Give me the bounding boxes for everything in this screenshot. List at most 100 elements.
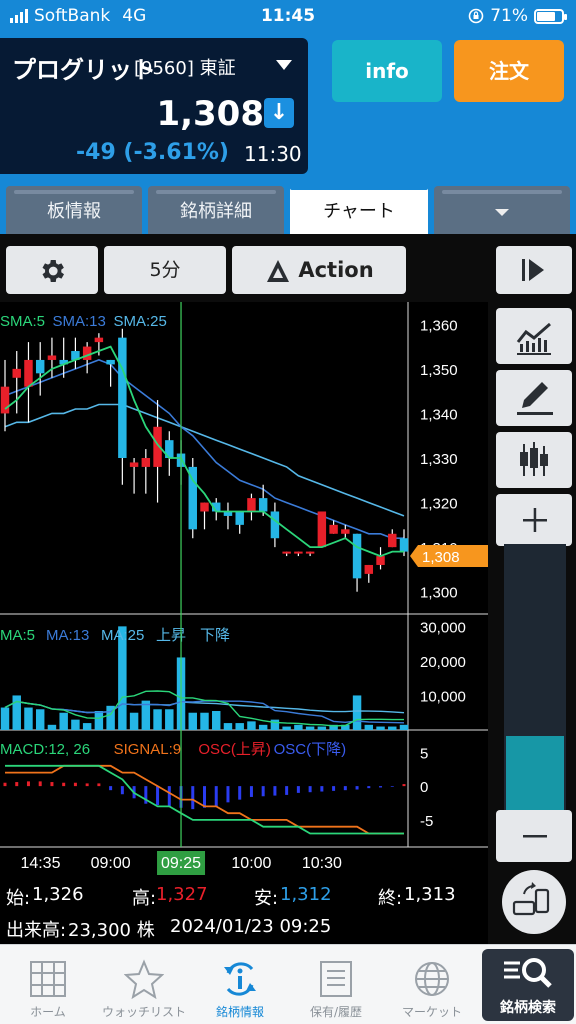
volume-tick-label: 20,000 (420, 654, 466, 671)
osc-bar (156, 786, 160, 806)
candle-body (235, 511, 244, 525)
candle-body (329, 524, 338, 534)
action-button[interactable]: Action (232, 246, 406, 294)
tab-board[interactable]: 板情報 (6, 186, 142, 234)
nav-market[interactable]: マーケット (384, 945, 480, 1024)
volume-bar (188, 712, 197, 730)
candle-body (82, 346, 92, 360)
close-value: 1,313 (404, 884, 456, 905)
star-icon (124, 959, 164, 999)
nav-watchlist[interactable]: ウォッチリスト (96, 945, 192, 1024)
tab-stock-detail[interactable]: 銘柄詳細 (148, 186, 284, 234)
time-tick-label: 10:00 (231, 855, 271, 872)
indicator-button[interactable] (496, 308, 572, 364)
osc-bar (273, 786, 277, 796)
stock-price: 1,308 (156, 94, 264, 134)
sma-legend-label: SMA:13 (53, 313, 106, 330)
volume-bar (364, 724, 374, 730)
stock-header: プログリット [9560] 東証 1,308 ↓ -49 (-3.61%) 11… (0, 32, 576, 182)
volume-bar (47, 724, 57, 730)
osc-bar (343, 786, 347, 791)
osc-bar (320, 786, 324, 792)
candle-body (24, 359, 33, 387)
osc-bar (379, 786, 383, 788)
action-label: Action (298, 258, 374, 282)
nav-holdings[interactable]: 保有/履歴 (288, 945, 384, 1024)
price-change: -49 (-3.61%) (76, 140, 229, 165)
rotate-screen-button[interactable] (502, 870, 566, 934)
osc-bar (402, 784, 406, 787)
volume-bar (399, 724, 409, 730)
time-tick-label: 10:30 (302, 855, 342, 872)
open-label: 始: (6, 888, 31, 909)
open-value: 1,326 (32, 884, 84, 905)
volume-bar (82, 723, 92, 730)
candle-type-button[interactable] (496, 432, 572, 488)
ohlc-row: 始: 1,326 高: 1,327 安: 1,312 終: 1,313 (0, 884, 488, 912)
osc-bar (85, 783, 89, 787)
candle-body (12, 368, 21, 378)
zoom-in-button[interactable] (496, 494, 572, 546)
candle-body (47, 355, 57, 360)
candle-body (282, 551, 291, 554)
action-logo-icon (267, 260, 290, 282)
osc-bar (367, 786, 371, 789)
stock-quote-panel[interactable]: プログリット [9560] 東証 1,308 ↓ -49 (-3.61%) 11… (0, 38, 308, 174)
battery-icon (534, 8, 567, 24)
candle-body (376, 556, 385, 565)
time-tick-label: 09:00 (91, 855, 131, 872)
zoom-out-button[interactable] (496, 810, 572, 862)
tab-chart[interactable]: チャート (290, 186, 428, 234)
price-tick-label: 1,330 (420, 451, 458, 468)
sma-legend-label: SMA:5 (0, 313, 45, 330)
candle-body (0, 386, 10, 414)
volume-bar (35, 709, 45, 730)
nav-market-label: マーケット (401, 1005, 462, 1019)
zoom-slider[interactable] (504, 544, 566, 814)
candle-body (399, 538, 409, 552)
osc-bar (261, 786, 265, 797)
volume-legend-label: MA:25 (101, 627, 144, 644)
nav-stock-info[interactable]: 銘柄情報 (192, 945, 288, 1024)
osc-bar (38, 781, 42, 787)
chart-canvas[interactable]: 1,3601,3501,3401,3301,3201,3101,3001,308… (0, 302, 488, 944)
volume-bar (235, 723, 244, 730)
collapse-panel-button[interactable] (496, 246, 572, 294)
app-root: SoftBank 4G 11:45 71% プログリット [9560] 東証 1… (0, 0, 576, 1024)
macd-legend-label: OSC(下降) (274, 741, 347, 758)
plus-icon (523, 508, 547, 532)
gear-icon (42, 259, 64, 282)
candlestick-icon (520, 442, 548, 476)
candle-body (305, 551, 315, 554)
chevron-down-icon (495, 208, 509, 216)
quote-time: 11:30 (244, 142, 302, 166)
osc-bar (226, 786, 230, 803)
price-tick-label: 1,300 (420, 585, 458, 602)
info-button[interactable]: info (332, 40, 442, 102)
battery-percent: 71% (490, 6, 528, 26)
osc-bar (332, 786, 336, 791)
chevron-down-icon[interactable] (276, 60, 292, 70)
close-label: 終: (378, 888, 403, 909)
order-button[interactable]: 注文 (454, 40, 564, 102)
interval-selector[interactable]: 5分 (104, 246, 226, 294)
nav-home-label: ホーム (30, 1005, 66, 1019)
osc-bar (97, 783, 101, 787)
chart-settings-button[interactable] (6, 246, 98, 294)
draw-button[interactable] (496, 370, 572, 426)
cursor-time-label: 09:25 (161, 855, 201, 872)
status-bar: SoftBank 4G 11:45 71% (0, 0, 576, 32)
nav-home[interactable]: ホーム (0, 945, 96, 1024)
zoom-slider-handle[interactable] (506, 736, 564, 810)
osc-bar (296, 786, 300, 793)
candle-body (94, 337, 104, 343)
volume-value: 23,300 株 (68, 920, 155, 941)
nav-stock-search[interactable]: 銘柄検索 (482, 949, 574, 1021)
price-chart[interactable]: 1,3601,3501,3401,3301,3201,3101,3001,308… (0, 302, 488, 944)
tab-more[interactable] (434, 186, 570, 234)
volume-bar (200, 712, 209, 730)
rotate-icon (512, 882, 550, 916)
volume-bar (12, 695, 21, 730)
volume-bar (376, 726, 385, 730)
nav-watchlist-label: ウォッチリスト (101, 1005, 186, 1019)
